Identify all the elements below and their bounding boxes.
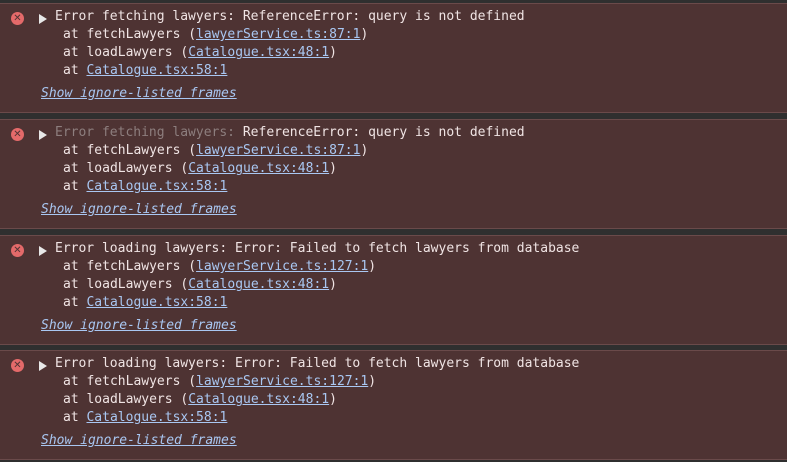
- error-prefix: Error fetching lawyers:: [55, 125, 243, 140]
- show-ignore-listed-frames-link[interactable]: Show ignore-listed frames: [41, 85, 237, 103]
- stack-frame: at fetchLawyers (lawyerService.ts:127:1): [63, 259, 377, 274]
- source-link[interactable]: Catalogue.tsx:48:1: [188, 277, 329, 292]
- frame-function: fetchLawyers: [86, 259, 181, 274]
- show-ignore-listed-frames-link[interactable]: Show ignore-listed frames: [41, 432, 237, 450]
- console-error-entry: ✕ Error fetching lawyers: ReferenceError…: [0, 119, 787, 229]
- error-icon: ✕: [11, 244, 24, 257]
- stack-frame: at fetchLawyers (lawyerService.ts:127:1): [63, 374, 377, 389]
- source-link[interactable]: lawyerService.ts:87:1: [196, 27, 360, 42]
- source-link[interactable]: Catalogue.tsx:58:1: [86, 179, 227, 194]
- stack-frame: at Catalogue.tsx:58:1: [63, 410, 228, 425]
- expand-triangle-icon[interactable]: [39, 14, 47, 24]
- frame-function: fetchLawyers: [86, 143, 181, 158]
- source-link[interactable]: Catalogue.tsx:58:1: [86, 63, 227, 78]
- error-message: Error loading lawyers: Error: Failed to …: [55, 355, 579, 373]
- expand-triangle-icon[interactable]: [39, 130, 47, 140]
- error-text: Error: Failed to fetch lawyers from data…: [235, 241, 580, 256]
- stack-frame: at Catalogue.tsx:58:1: [63, 295, 228, 310]
- console-panel: ✕ Error fetching lawyers: ReferenceError…: [0, 0, 787, 462]
- error-icon: ✕: [11, 359, 24, 372]
- source-link[interactable]: Catalogue.tsx:48:1: [188, 392, 329, 407]
- error-prefix: Error fetching lawyers:: [55, 9, 243, 24]
- console-error-entry: ✕ Error loading lawyers: Error: Failed t…: [0, 235, 787, 345]
- frame-function: fetchLawyers: [86, 374, 181, 389]
- stack-frame: at loadLawyers (Catalogue.tsx:48:1): [63, 161, 337, 176]
- source-link[interactable]: lawyerService.ts:127:1: [196, 259, 368, 274]
- error-text: Error: Failed to fetch lawyers from data…: [235, 356, 580, 371]
- error-text: ReferenceError: query is not defined: [242, 9, 525, 24]
- frame-function: loadLawyers: [86, 45, 173, 60]
- error-prefix: Error loading lawyers:: [55, 241, 236, 256]
- stack-frame: at loadLawyers (Catalogue.tsx:48:1): [63, 45, 337, 60]
- error-message: Error loading lawyers: Error: Failed to …: [55, 240, 579, 258]
- console-error-entry: ✕ Error loading lawyers: Error: Failed t…: [0, 350, 787, 460]
- error-message: Error fetching lawyers: ReferenceError: …: [55, 8, 525, 26]
- frame-function: loadLawyers: [86, 392, 173, 407]
- error-text: ReferenceError: query is not defined: [242, 125, 525, 140]
- expand-triangle-icon[interactable]: [39, 361, 47, 371]
- source-link[interactable]: Catalogue.tsx:58:1: [86, 295, 227, 310]
- stack-frame: at Catalogue.tsx:58:1: [63, 63, 228, 78]
- source-link[interactable]: lawyerService.ts:87:1: [196, 143, 360, 158]
- show-ignore-listed-frames-link[interactable]: Show ignore-listed frames: [41, 317, 237, 335]
- source-link[interactable]: Catalogue.tsx:48:1: [188, 161, 329, 176]
- stack-frame: at loadLawyers (Catalogue.tsx:48:1): [63, 277, 337, 292]
- frame-function: loadLawyers: [86, 277, 173, 292]
- error-message: Error fetching lawyers: ReferenceError: …: [55, 124, 525, 142]
- show-ignore-listed-frames-link[interactable]: Show ignore-listed frames: [41, 201, 237, 219]
- frame-function: loadLawyers: [86, 161, 173, 176]
- stack-frame: at fetchLawyers (lawyerService.ts:87:1): [63, 143, 369, 158]
- error-icon: ✕: [11, 12, 24, 25]
- frame-function: fetchLawyers: [86, 27, 181, 42]
- stack-frame: at loadLawyers (Catalogue.tsx:48:1): [63, 392, 337, 407]
- error-icon: ✕: [11, 128, 24, 141]
- source-link[interactable]: Catalogue.tsx:58:1: [86, 410, 227, 425]
- stack-frame: at fetchLawyers (lawyerService.ts:87:1): [63, 27, 369, 42]
- stack-frame: at Catalogue.tsx:58:1: [63, 179, 228, 194]
- error-prefix: Error loading lawyers:: [55, 356, 236, 371]
- source-link[interactable]: lawyerService.ts:127:1: [196, 374, 368, 389]
- console-error-entry: ✕ Error fetching lawyers: ReferenceError…: [0, 3, 787, 113]
- expand-triangle-icon[interactable]: [39, 246, 47, 256]
- source-link[interactable]: Catalogue.tsx:48:1: [188, 45, 329, 60]
